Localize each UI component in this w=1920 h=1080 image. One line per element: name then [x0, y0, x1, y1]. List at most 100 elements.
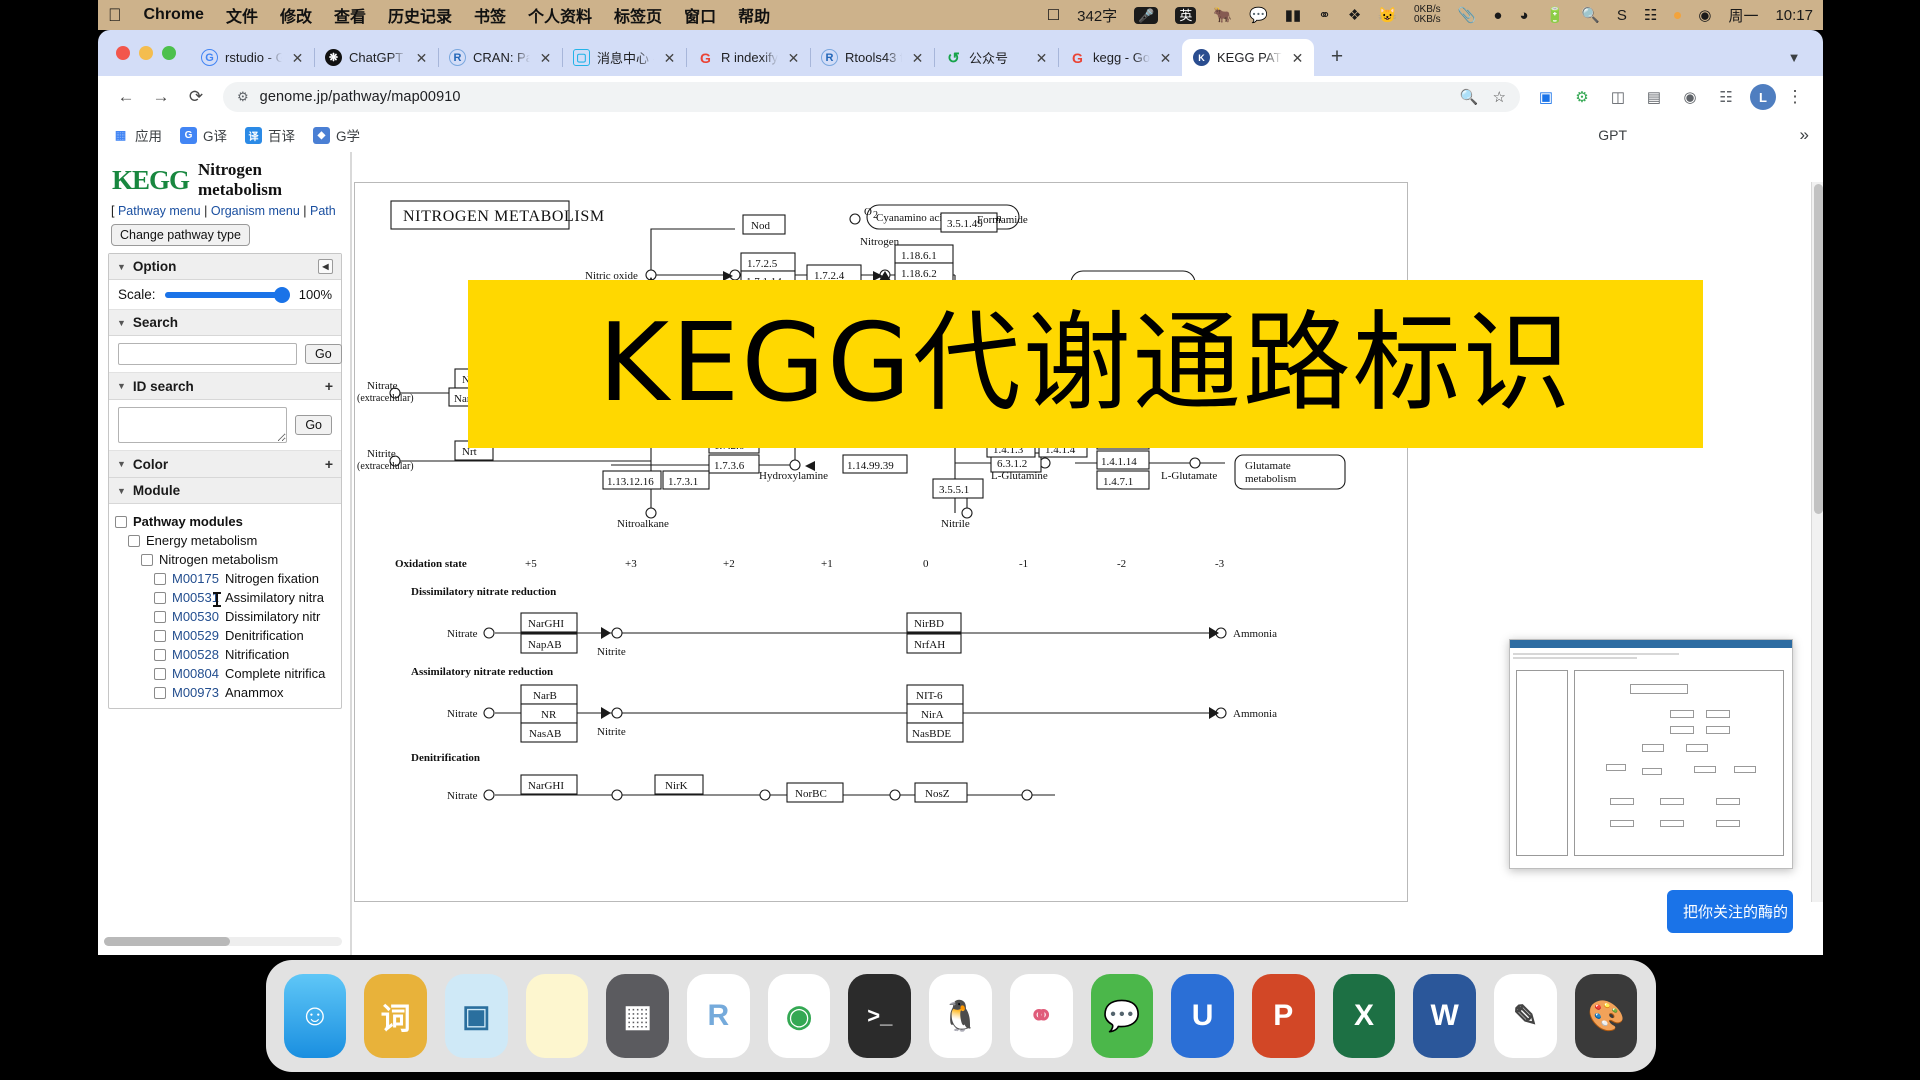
- reload-icon[interactable]: ⟳: [180, 81, 212, 113]
- checkbox[interactable]: [128, 535, 140, 547]
- section-header-id-search[interactable]: ▼ ID search +: [109, 373, 341, 400]
- module-row-m00175[interactable]: M00175 Nitrogen fixation: [154, 569, 335, 588]
- dock-item-word[interactable]: W: [1413, 974, 1477, 1058]
- menu-day[interactable]: 周一: [1728, 5, 1758, 26]
- checkbox[interactable]: [154, 668, 166, 680]
- tab-kegg-google[interactable]: G kegg - Goog ✕: [1058, 39, 1183, 76]
- close-tab-button[interactable]: ✕: [289, 49, 306, 66]
- checkbox[interactable]: [141, 554, 153, 566]
- menu-item-view[interactable]: 查看: [334, 3, 366, 27]
- dock-item-rstudio[interactable]: R: [687, 974, 750, 1058]
- checkbox[interactable]: [154, 687, 166, 699]
- apple-logo-icon[interactable]: : [108, 5, 122, 26]
- section-header-option[interactable]: ▼ Option ◀: [109, 254, 341, 280]
- section-header-module[interactable]: ▼ Module: [109, 478, 341, 504]
- dock-item-wechat[interactable]: 💬: [1090, 974, 1154, 1058]
- search-go-button[interactable]: Go: [305, 344, 342, 364]
- wechat-status-icon[interactable]: 💬: [1249, 6, 1268, 24]
- evernote-icon[interactable]: ❖: [1348, 6, 1361, 24]
- module-row-m00529[interactable]: M00529 Denitrification: [154, 626, 335, 645]
- expand-plus-icon[interactable]: +: [325, 378, 333, 394]
- tab-cran[interactable]: R CRAN: Pack ✕: [438, 39, 563, 76]
- close-window-button[interactable]: [116, 46, 130, 60]
- menu-item-tabs[interactable]: 标签页: [614, 3, 662, 27]
- reading-list-icon[interactable]: ◉: [1675, 82, 1705, 112]
- site-settings-icon[interactable]: ⚙: [237, 89, 249, 105]
- search-input[interactable]: [118, 343, 297, 365]
- chevron-down-icon[interactable]: ▼: [1777, 42, 1811, 72]
- checkbox[interactable]: [154, 592, 166, 604]
- checkbox[interactable]: [154, 630, 166, 642]
- maximize-window-button[interactable]: [162, 46, 176, 60]
- dock-item-finder[interactable]: ☺: [283, 974, 347, 1058]
- preview-thumbnail[interactable]: [1509, 639, 1793, 869]
- checkbox[interactable]: [154, 649, 166, 661]
- module-row-m00528[interactable]: M00528 Nitrification: [154, 645, 335, 664]
- dock-item-textedit[interactable]: ✎: [1494, 974, 1557, 1058]
- close-tab-button[interactable]: ✕: [909, 49, 926, 66]
- module-row-m00530[interactable]: M00530 Dissimilatory nitr: [154, 607, 335, 626]
- dock-item-preview[interactable]: ▣: [444, 974, 508, 1058]
- module-row-nitrogen-metabolism[interactable]: Nitrogen metabolism: [141, 550, 335, 569]
- ime-indicator[interactable]: 英: [1175, 6, 1197, 24]
- section-header-color[interactable]: ▼ Color +: [109, 451, 341, 478]
- close-tab-button[interactable]: ✕: [1157, 49, 1174, 66]
- tab-r-indexify[interactable]: G R indexify - ✕: [686, 39, 811, 76]
- dock-item-chrome[interactable]: ◉: [767, 974, 831, 1058]
- checkbox[interactable]: [154, 611, 166, 623]
- chat-bubble[interactable]: 把你关注的酶的: [1667, 890, 1793, 933]
- menu-clock[interactable]: 10:17: [1775, 7, 1813, 24]
- menu-item-profiles[interactable]: 个人资料: [528, 3, 592, 27]
- kegg-logo[interactable]: KEGG: [112, 165, 190, 196]
- control-center-icon[interactable]: ☷: [1644, 6, 1657, 24]
- dock-item-terminal[interactable]: >_: [848, 974, 912, 1058]
- tab-rtools43[interactable]: R Rtools43 fo ✕: [810, 39, 935, 76]
- module-row-m00973[interactable]: M00973 Anammox: [154, 683, 335, 702]
- menu-item-edit[interactable]: 修改: [280, 3, 312, 27]
- module-id[interactable]: M00175: [172, 571, 219, 586]
- tab-chatgpt[interactable]: ❋ ChatGPT ✕: [314, 39, 439, 76]
- id-search-go-button[interactable]: Go: [295, 415, 332, 435]
- minimize-window-button[interactable]: [139, 46, 153, 60]
- id-search-input[interactable]: [118, 407, 288, 443]
- menu-item-chrome[interactable]: Chrome: [144, 6, 204, 24]
- star-icon[interactable]: ☆: [1493, 88, 1506, 106]
- module-row-pathway-modules[interactable]: Pathway modules: [115, 512, 335, 531]
- dock-item-excel[interactable]: X: [1332, 974, 1396, 1058]
- bookmark-google-translate[interactable]: G G译: [180, 125, 227, 145]
- bookmark-app-icon[interactable]: ▮▮: [1285, 6, 1302, 24]
- link-pathway-menu[interactable]: Pathway menu: [118, 204, 201, 218]
- new-tab-button[interactable]: +: [1322, 42, 1352, 72]
- bull-app-icon[interactable]: 🐂: [1213, 6, 1232, 24]
- menu-item-file[interactable]: 文件: [226, 3, 258, 27]
- link-path[interactable]: Path: [310, 204, 336, 218]
- clipboard-icon[interactable]: 📎: [1458, 6, 1477, 24]
- module-id[interactable]: M00529: [172, 628, 219, 643]
- bookmark-gpt-fragment[interactable]: GPT: [1598, 127, 1627, 143]
- dock-item-dictionary[interactable]: 词: [364, 974, 427, 1058]
- screen-share-icon[interactable]: ▣: [1531, 82, 1561, 112]
- forward-arrow-icon[interactable]: →: [145, 81, 177, 113]
- module-id[interactable]: M00531: [172, 590, 219, 605]
- address-bar[interactable]: ⚙ genome.jp/pathway/map00910 🔍 ☆: [223, 82, 1520, 112]
- module-row-m00804[interactable]: M00804 Complete nitrifica: [154, 664, 335, 683]
- bookmark-apps[interactable]: ▦ 应用: [112, 125, 162, 145]
- collapse-left-icon[interactable]: ◀: [318, 259, 333, 274]
- expand-plus-icon[interactable]: +: [325, 456, 333, 472]
- zoom-out-icon[interactable]: 🔍: [1460, 88, 1479, 106]
- snipaste-icon[interactable]: S: [1617, 7, 1627, 24]
- section-header-search[interactable]: ▼ Search: [109, 310, 341, 336]
- module-row-energy-metabolism[interactable]: Energy metabolism: [128, 531, 335, 550]
- scale-slider[interactable]: [164, 286, 290, 303]
- dock-item-launchpad[interactable]: ▦: [606, 974, 670, 1058]
- close-tab-button[interactable]: ✕: [537, 49, 554, 66]
- cat-app-icon[interactable]: 😺: [1378, 6, 1397, 24]
- bookmark-baidu-translate[interactable]: 译 百译: [245, 125, 295, 145]
- siri-icon[interactable]: ◉: [1698, 6, 1711, 24]
- close-tab-button[interactable]: ✕: [413, 49, 430, 66]
- page-vertical-scrollbar[interactable]: [1811, 182, 1823, 902]
- screenshot-icon[interactable]: ☐: [1047, 6, 1060, 24]
- wifi-icon[interactable]: ◕: [1519, 7, 1528, 24]
- tab-kegg-pathway-active[interactable]: K KEGG PATH ✕: [1182, 39, 1314, 76]
- module-id[interactable]: M00530: [172, 609, 219, 624]
